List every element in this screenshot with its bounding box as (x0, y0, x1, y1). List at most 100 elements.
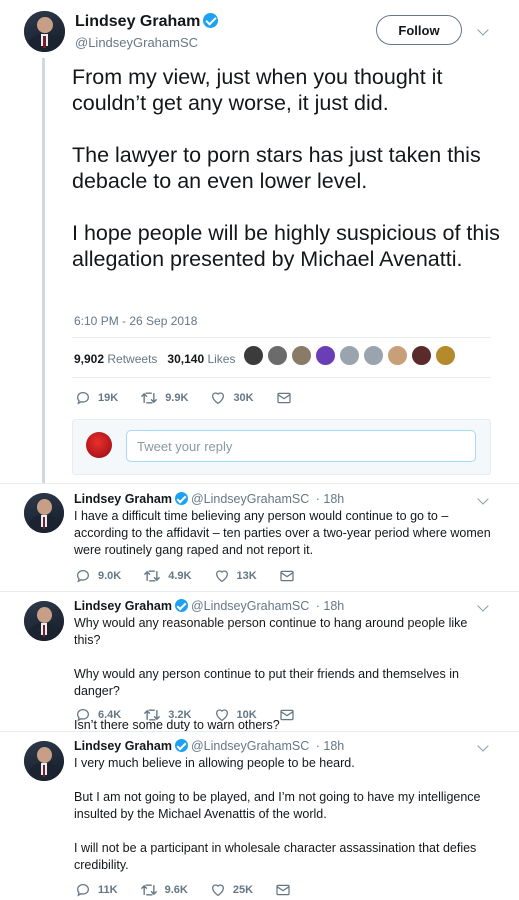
reply-header: Lindsey Graham @LindseyGrahamSC · 18h (74, 739, 344, 753)
reply-action[interactable]: 11K (75, 882, 118, 898)
tweet-timestamp[interactable]: 6:10 PM - 26 Sep 2018 (74, 314, 197, 328)
author-handle[interactable]: @LindseyGrahamSC (191, 739, 309, 753)
reply-action[interactable]: 6.4K (75, 707, 121, 723)
avatar[interactable] (24, 11, 65, 52)
retweet-icon (141, 392, 158, 404)
author-name[interactable]: Lindsey Graham (74, 599, 172, 613)
like-count: 30K (233, 392, 254, 404)
author-handle[interactable]: @LindseyGrahamSC (75, 35, 198, 50)
retweet-count: 4.9K (168, 570, 192, 582)
reply-count: 6.4K (98, 709, 122, 721)
liker-avatar[interactable] (315, 345, 336, 366)
envelope-icon (280, 709, 294, 721)
like-count: 10K (236, 709, 257, 721)
tweet-paragraph: But I am not going to be played, and I’m… (74, 790, 481, 821)
reply-count: 9.0K (98, 570, 122, 582)
tweet-text: From my view, just when you thought it c… (72, 64, 502, 272)
heart-icon (215, 709, 228, 722)
retweets-count: 9,902 (74, 352, 105, 366)
liker-avatar[interactable] (387, 345, 408, 366)
tweet-text: I very much believe in allowing people t… (74, 755, 494, 874)
tweet-text: I have a difficult time believing any pe… (74, 508, 494, 559)
envelope-icon (280, 570, 294, 582)
heart-icon (211, 884, 224, 897)
like-action[interactable]: 10K (214, 707, 257, 723)
retweets-label: Retweets (107, 352, 158, 366)
like-count: 25K (232, 884, 254, 896)
tweet-paragraph: Why would any reasonable person continue… (74, 616, 468, 647)
liker-avatar[interactable] (243, 345, 264, 366)
like-action[interactable]: 25K (210, 882, 253, 898)
message-action[interactable] (279, 707, 302, 723)
like-count: 13K (236, 570, 257, 582)
like-action[interactable]: 30K (210, 390, 254, 406)
retweet-action[interactable]: 4.9K (143, 568, 192, 584)
message-action[interactable] (275, 882, 298, 898)
reply-input[interactable] (126, 430, 476, 462)
tweet-paragraph: From my view, just when you thought it c… (72, 65, 443, 115)
retweet-action[interactable]: 3.2K (143, 707, 192, 723)
liker-avatar[interactable] (291, 345, 312, 366)
divider (72, 337, 491, 338)
reply-icon (77, 884, 89, 897)
verified-badge-icon (174, 739, 188, 752)
chevron-down-icon[interactable] (477, 493, 489, 505)
chevron-down-icon[interactable] (477, 600, 489, 612)
reply-count: 11K (98, 884, 118, 896)
retweet-count: 3.2K (168, 709, 192, 721)
tweet-paragraph: The lawyer to porn stars has just taken … (72, 143, 481, 193)
tweet-time[interactable]: · 18h (316, 739, 345, 753)
heart-icon (212, 392, 225, 405)
tweet-paragraph: I have a difficult time believing any pe… (74, 509, 491, 557)
liker-avatar[interactable] (267, 345, 288, 366)
envelope-icon (276, 884, 290, 896)
retweet-count: 9.9K (165, 392, 189, 404)
reply-action[interactable]: 9.0K (75, 568, 121, 584)
tweet-time[interactable]: · 18h (316, 492, 345, 506)
liker-avatar[interactable] (339, 345, 360, 366)
heart-icon (215, 570, 228, 583)
reply-icon (77, 392, 89, 405)
tweet-paragraph: Why would any person continue to put the… (74, 667, 459, 698)
author-handle[interactable]: @LindseyGrahamSC (191, 599, 309, 613)
author-name-text[interactable]: Lindsey Graham (75, 13, 200, 30)
liker-avatar[interactable] (363, 345, 384, 366)
tweet-paragraph: I will not be a participant in wholesale… (74, 841, 477, 872)
engagement-stats: 9,902 Retweets 30,140 Likes (74, 352, 235, 366)
reply-header: Lindsey Graham @LindseyGrahamSC · 18h (74, 492, 344, 506)
reply-count: 19K (98, 392, 119, 404)
chevron-down-icon[interactable] (477, 740, 489, 752)
author-name[interactable]: Lindsey Graham (75, 13, 219, 31)
verified-badge-icon (174, 492, 188, 505)
likes-stat[interactable]: 30,140 Likes (167, 352, 235, 366)
retweets-stat[interactable]: 9,902 Retweets (74, 352, 157, 366)
retweet-action[interactable]: 9.9K (140, 390, 188, 406)
chevron-down-icon[interactable] (477, 24, 489, 36)
liker-avatar[interactable] (411, 345, 432, 366)
verified-badge-icon (174, 599, 188, 612)
like-action[interactable]: 13K (214, 568, 257, 584)
retweet-icon (144, 570, 161, 582)
message-action[interactable] (276, 390, 299, 406)
avatar[interactable] (24, 741, 64, 781)
author-name[interactable]: Lindsey Graham (74, 492, 172, 506)
likers-avatars (243, 345, 459, 369)
avatar[interactable] (24, 493, 64, 533)
reply-tweet[interactable]: Lindsey Graham @LindseyGrahamSC · 18h I h… (0, 484, 519, 596)
reply-tweet[interactable]: Lindsey Graham @LindseyGrahamSC · 18h Why… (0, 592, 519, 732)
tweet-actions: 11K 9.6K 25K (75, 882, 320, 898)
retweet-count: 9.6K (164, 884, 188, 896)
retweet-action[interactable]: 9.6K (140, 882, 188, 898)
tweet-time[interactable]: · 18h (316, 599, 345, 613)
reply-icon (77, 570, 89, 583)
author-handle[interactable]: @LindseyGrahamSC (191, 492, 309, 506)
message-action[interactable] (279, 568, 302, 584)
author-name[interactable]: Lindsey Graham (74, 739, 172, 753)
reply-icon (77, 709, 89, 722)
reply-tweet[interactable]: Lindsey Graham @LindseyGrahamSC · 18h I v… (0, 732, 519, 900)
avatar[interactable] (24, 601, 64, 641)
liker-avatar[interactable] (435, 345, 456, 366)
follow-button[interactable]: Follow (376, 15, 462, 45)
reply-action[interactable]: 19K (75, 390, 118, 406)
tweet-paragraph: I hope people will be highly suspicious … (72, 221, 500, 271)
